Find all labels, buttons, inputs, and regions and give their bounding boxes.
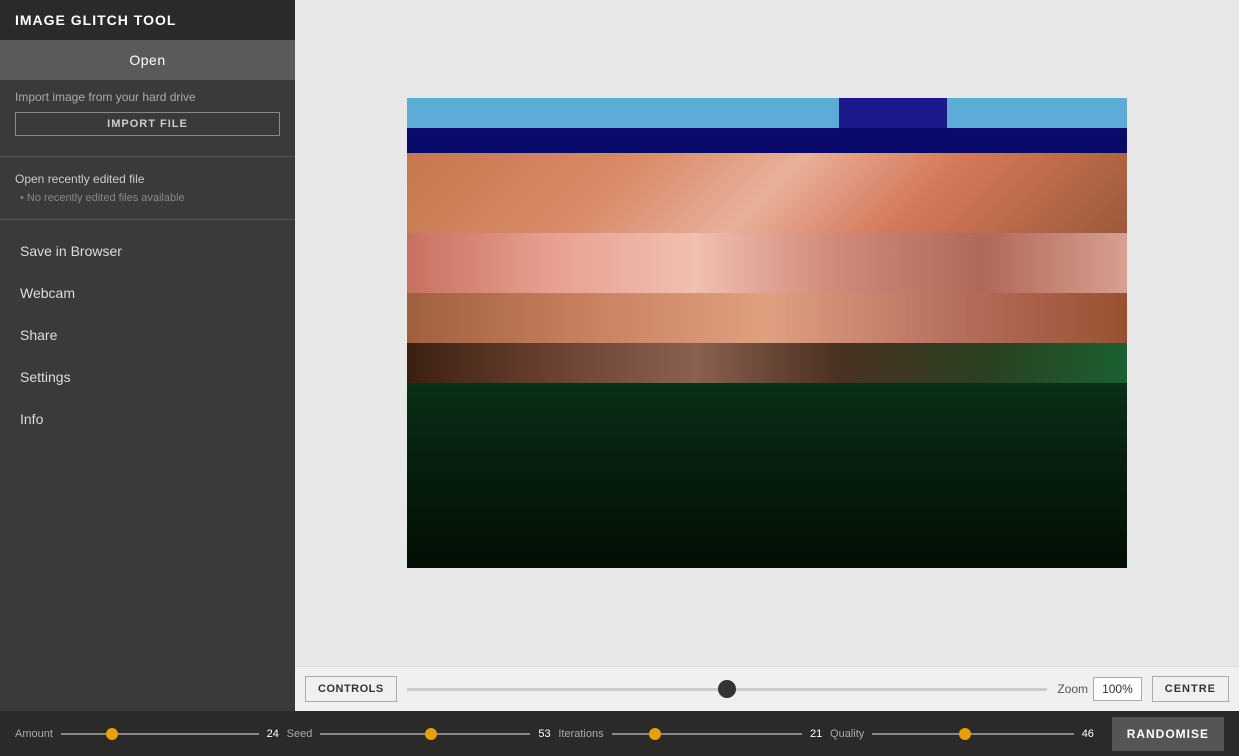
quality-group: Quality 46 bbox=[830, 728, 1102, 740]
iterations-slider[interactable] bbox=[612, 733, 802, 735]
seed-group: Seed 53 bbox=[287, 728, 559, 740]
sidebar-item-webcam[interactable]: Webcam bbox=[0, 272, 295, 314]
sidebar-item-share[interactable]: Share bbox=[0, 314, 295, 356]
controls-bar: CONTROLS Zoom 100% CENTRE bbox=[295, 666, 1239, 711]
glitch-strip-1 bbox=[407, 98, 1127, 128]
timeline-slider[interactable] bbox=[407, 688, 1048, 691]
seed-value: 53 bbox=[538, 728, 558, 740]
zoom-section: Zoom 100% bbox=[1057, 677, 1141, 701]
recently-edited-empty: No recently edited files available bbox=[15, 192, 280, 204]
open-button[interactable]: Open bbox=[0, 40, 295, 80]
glitch-image bbox=[407, 98, 1127, 568]
randomise-button[interactable]: RANDOMISE bbox=[1112, 717, 1224, 751]
quality-slider[interactable] bbox=[872, 733, 1073, 735]
amount-group: Amount 24 bbox=[15, 728, 287, 740]
seed-slider[interactable] bbox=[320, 733, 530, 735]
import-description: Import image from your hard drive bbox=[0, 80, 295, 112]
sidebar-divider bbox=[0, 156, 295, 157]
iterations-group: Iterations 21 bbox=[558, 728, 830, 740]
sidebar-nav: Save in Browser Webcam Share Settings In… bbox=[0, 230, 295, 440]
amount-value: 24 bbox=[267, 728, 287, 740]
amount-label: Amount bbox=[15, 728, 53, 740]
glitch-strip-3 bbox=[407, 153, 1127, 233]
amount-slider[interactable] bbox=[61, 733, 259, 735]
timeline-slider-container bbox=[407, 688, 1048, 691]
glitch-strip-6 bbox=[407, 343, 1127, 383]
zoom-label: Zoom bbox=[1057, 682, 1088, 696]
quality-value: 46 bbox=[1082, 728, 1102, 740]
glitch-strip-7 bbox=[407, 383, 1127, 568]
import-file-button[interactable]: IMPORT FILE bbox=[15, 112, 280, 136]
sliders-bar: Amount 24 Seed 53 Iterations 21 Quality … bbox=[0, 711, 1239, 756]
centre-button[interactable]: CENTRE bbox=[1152, 676, 1229, 702]
iterations-value: 21 bbox=[810, 728, 830, 740]
seed-label: Seed bbox=[287, 728, 313, 740]
iterations-label: Iterations bbox=[558, 728, 603, 740]
glitch-strip-2 bbox=[407, 128, 1127, 153]
recently-edited-section: Open recently edited file No recently ed… bbox=[0, 162, 295, 214]
sidebar: IMAGE GLITCH TOOL Open Import image from… bbox=[0, 0, 295, 711]
content-area: CONTROLS Zoom 100% CENTRE bbox=[295, 0, 1239, 711]
zoom-value: 100% bbox=[1093, 677, 1142, 701]
sidebar-item-info[interactable]: Info bbox=[0, 398, 295, 440]
recently-edited-title: Open recently edited file bbox=[15, 172, 280, 186]
glitch-strip-5 bbox=[407, 293, 1127, 343]
canvas-area bbox=[295, 0, 1239, 666]
sidebar-item-save-in-browser[interactable]: Save in Browser bbox=[0, 230, 295, 272]
controls-button[interactable]: CONTROLS bbox=[305, 676, 397, 702]
app-title: IMAGE GLITCH TOOL bbox=[0, 0, 295, 40]
quality-label: Quality bbox=[830, 728, 864, 740]
sidebar-divider-2 bbox=[0, 219, 295, 220]
sidebar-item-settings[interactable]: Settings bbox=[0, 356, 295, 398]
glitch-strip-4 bbox=[407, 233, 1127, 293]
